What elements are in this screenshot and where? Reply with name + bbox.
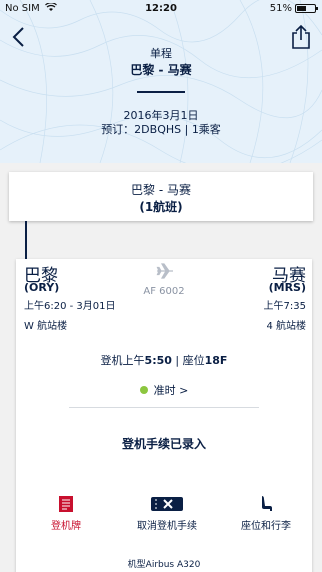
aircraft-type: 机型Airbus A320 [127,560,201,570]
summary-route: 巴黎 - 马赛 [131,183,191,197]
divider [137,91,185,93]
flight-count: (1航班) [139,200,183,214]
departure-terminal: W 航站楼 [24,321,68,332]
flight-status: 准时 > [153,384,189,397]
cancel-ticket-icon [151,497,183,511]
plane-icon [156,263,173,279]
divider [69,407,259,408]
timeline-connector [25,221,27,259]
boarding-time: 5:50 [144,354,172,367]
boarding-pass-button[interactable]: 登机牌 [36,495,96,532]
seat-prefix: | 座位 [171,354,205,367]
flight-card: 巴黎 (ORY) 上午6:20 - 3月01日 W 航站楼 AF 6002 马赛… [16,259,312,572]
battery-percent: 51% [269,3,292,14]
booking-reference: 预订：2DBQHS | 1乘客 [101,123,221,136]
boarding-prefix: 登机上午 [100,354,145,367]
battery-icon [295,4,318,13]
boarding-info: 登机上午5:50 | 座位18F [16,352,312,368]
status-dot-icon [139,386,148,394]
trip-type: 单程 [150,47,172,60]
seat-baggage-button[interactable]: 座位和行李 [226,495,306,532]
arrival-time: 上午7:35 [263,301,306,312]
flight-number: AF 6002 [143,286,185,297]
arrival-terminal: 4 航站楼 [266,321,306,332]
checkin-status: 登机手续已录入 [121,437,206,451]
status-bar: No SIM 12:20 51% [0,0,322,18]
departure-time: 上午6:20 - 3月01日 [24,301,116,312]
arrival-code: (MRS) [268,281,306,294]
cancel-checkin-label: 取消登机手续 [137,521,197,532]
seat-number: 18F [204,354,228,367]
boarding-pass-icon [59,496,73,512]
journey-summary-card[interactable]: 巴黎 - 马赛 (1航班) [9,172,313,221]
route-title: 巴黎 - 马赛 [130,63,192,77]
flight-status-link[interactable]: 准时 > [16,382,312,398]
seat-icon [262,496,272,511]
boarding-pass-label: 登机牌 [51,521,81,532]
trip-header: No SIM 12:20 51% 单程 巴黎 - 马赛 2016年3月1日 预订… [0,0,322,163]
cancel-checkin-button[interactable]: 取消登机手续 [120,495,214,532]
background-pattern [0,0,322,163]
seat-baggage-label: 座位和行李 [241,521,291,532]
